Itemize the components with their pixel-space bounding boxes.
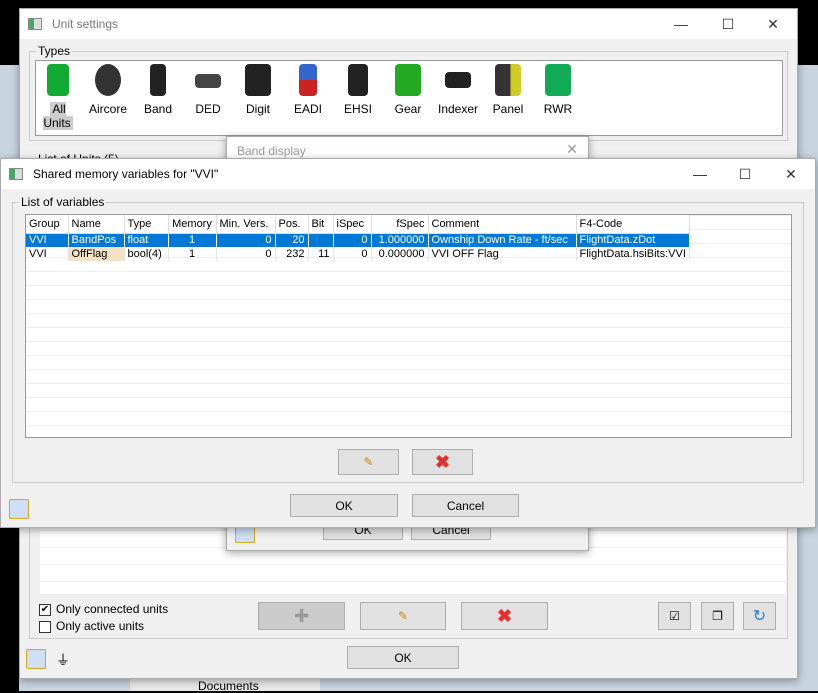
shm-layout-icon[interactable]: [9, 499, 29, 519]
variables-label: List of variables: [19, 195, 107, 209]
shm-window-title: Shared memory variables for "VVI": [33, 167, 219, 181]
variables-group: List of variables Group Name Type Memory Min…: [12, 195, 804, 483]
delete-variable-button[interactable]: ✖: [412, 449, 473, 475]
maximize-button[interactable]: ☐: [717, 13, 739, 35]
table-cell: [308, 233, 334, 247]
type-gear[interactable]: Gear: [385, 64, 431, 116]
table-row[interactable]: VVI OffFlag bool(4) 1 0 232 11 0 0.000000 VVI OFF…: [26, 247, 690, 261]
shm-minimize-button[interactable]: —: [689, 163, 711, 185]
column-header[interactable]: fSpec: [371, 215, 429, 234]
type-rwr[interactable]: RWR: [535, 64, 581, 116]
table-cell: 1.000000: [371, 233, 429, 247]
shm-close-button[interactable]: ✕: [780, 163, 802, 185]
type-indexer[interactable]: Indexer: [435, 64, 481, 116]
title-bar: Unit settings — ☐ ✕: [20, 9, 797, 39]
delete-x-icon: ✖: [496, 605, 513, 626]
column-header[interactable]: Bit: [308, 215, 334, 234]
refresh-button[interactable]: ↻: [743, 602, 776, 630]
band-window-title: Band display: [237, 144, 306, 158]
type-band[interactable]: Band: [135, 64, 181, 116]
shm-app-icon: [9, 168, 23, 180]
stack-icon: ❐: [712, 609, 723, 623]
only-connected-checkbox[interactable]: ✔ Only connected units: [39, 602, 168, 616]
table-cell: 0: [216, 247, 276, 261]
table-cell: 0.000000: [371, 247, 429, 261]
desktop-dark: [0, 527, 19, 691]
table-cell: 1: [168, 233, 217, 247]
delete-unit-button[interactable]: ✖: [461, 602, 548, 630]
select-all-button[interactable]: ☑: [658, 602, 691, 630]
column-header[interactable]: Pos.: [275, 215, 309, 234]
column-header[interactable]: F4-Code: [576, 215, 690, 234]
table-cell: 0: [333, 247, 372, 261]
column-header[interactable]: Memory: [168, 215, 217, 234]
app-icon: [28, 18, 42, 30]
column-header[interactable]: Type: [124, 215, 169, 234]
table-cell: 0: [216, 233, 276, 247]
refresh-icon: ↻: [752, 608, 767, 625]
types-label: Types: [36, 44, 73, 58]
table-cell: VVI: [26, 233, 69, 247]
band-close-button[interactable]: ✕: [561, 138, 583, 160]
type-eadi[interactable]: EADI: [285, 64, 331, 116]
types-group: Types All Units Aircore Band DED Digit E…: [29, 44, 788, 141]
close-button[interactable]: ✕: [762, 13, 784, 35]
column-header[interactable]: Min. Vers.: [216, 215, 276, 234]
table-cell: float: [124, 233, 169, 247]
type-ehsi[interactable]: EHSI: [335, 64, 381, 116]
table-cell: 232: [275, 247, 309, 261]
pencil-icon: ✎: [363, 455, 374, 469]
type-panel[interactable]: Panel: [485, 64, 531, 116]
types-list: All Units Aircore Band DED Digit EADI EH…: [35, 60, 783, 136]
table-cell: OffFlag: [68, 247, 125, 261]
edit-variable-button[interactable]: ✎: [338, 449, 399, 475]
variables-table[interactable]: Group Name Type Memory Min. Vers. Pos. Bit iSpe…: [25, 214, 792, 438]
layout-icon[interactable]: [26, 649, 46, 669]
table-cell: VVI: [26, 247, 69, 261]
table-cell: 20: [275, 233, 309, 247]
type-ded[interactable]: DED: [185, 64, 231, 116]
minimize-button[interactable]: —: [670, 13, 692, 35]
type-aircore[interactable]: Aircore: [85, 64, 131, 116]
type-digit[interactable]: Digit: [235, 64, 281, 116]
table-cell: 0: [333, 233, 372, 247]
only-active-checkbox[interactable]: Only active units: [39, 619, 144, 633]
pencil-icon: ✎: [397, 609, 409, 623]
table-cell: 1: [168, 247, 217, 261]
table-cell: Ownship Down Rate - ft/sec: [428, 233, 577, 247]
edit-unit-button[interactable]: ✎: [360, 602, 446, 630]
shm-maximize-button[interactable]: ☐: [734, 163, 756, 185]
shm-title-bar: Shared memory variables for "VVI" — ☐ ✕: [1, 159, 815, 189]
table-cell: VVI OFF Flag: [428, 247, 577, 261]
shm-cancel-button[interactable]: Cancel: [412, 494, 519, 517]
table-cell: bool(4): [124, 247, 169, 261]
window-title: Unit settings: [52, 17, 119, 31]
stack-check-icon: ☑: [669, 609, 680, 623]
table-cell: FlightData.zDot: [576, 233, 690, 247]
shared-memory-window: Shared memory variables for "VVI" — ☐ ✕ …: [0, 158, 816, 528]
shm-ok-button[interactable]: OK: [290, 494, 398, 517]
table-cell: BandPos: [68, 233, 125, 247]
table-row[interactable]: VVI BandPos float 1 0 20 0 1.000000 Ownship Down…: [26, 233, 690, 247]
column-header[interactable]: Group: [26, 215, 69, 234]
add-unit-button[interactable]: ✚: [258, 602, 345, 630]
column-header[interactable]: Comment: [428, 215, 577, 234]
plug-icon: ⏚: [56, 652, 70, 668]
table-cell: FlightData.hsiBits:VVI: [576, 247, 690, 261]
plus-icon: ✚: [293, 605, 310, 626]
column-header[interactable]: iSpec: [333, 215, 372, 234]
delete-x-icon: ✖: [434, 451, 451, 472]
deselect-all-button[interactable]: ❐: [701, 602, 734, 630]
ok-button[interactable]: OK: [347, 646, 459, 669]
column-header[interactable]: Name: [68, 215, 125, 234]
type-all-units[interactable]: All Units: [35, 64, 81, 130]
table-cell: 11: [308, 247, 334, 261]
